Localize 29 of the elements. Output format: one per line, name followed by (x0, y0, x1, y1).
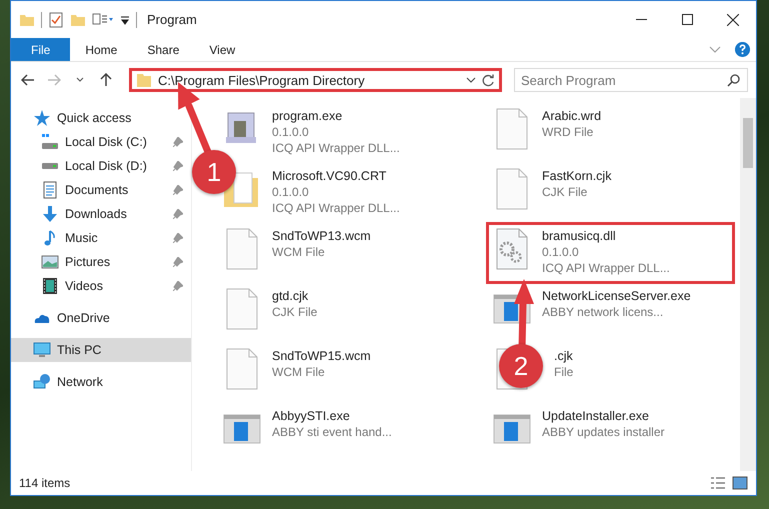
file-name: Arabic.wrd (542, 109, 602, 123)
file-detail: 0.1.0.0 (272, 185, 310, 199)
file-detail: WCM File (272, 245, 326, 259)
file-name: FastKorn.cjk (542, 169, 612, 183)
file-detail: 0.1.0.0 (542, 245, 580, 259)
file-name: AbbyySTI.exe (272, 409, 351, 423)
file-name: .cjk (554, 349, 574, 363)
file-detail: ABBY sti event hand... (272, 425, 392, 439)
file-name: bramusicq.dll (542, 229, 617, 243)
file-detail: 0.1.0.0 (272, 125, 310, 139)
file-detail: CJK File (272, 305, 318, 319)
file-name: Microsoft.VC90.CRT (272, 169, 388, 183)
file-detail: ICQ API Wrapper DLL... (272, 141, 400, 155)
file-detail: ICQ API Wrapper DLL... (272, 201, 400, 215)
file-detail: ABBY updates installer (542, 425, 665, 439)
file-name: gtd.cjk (272, 289, 310, 303)
file-detail: WCM File (272, 365, 326, 379)
item-count: 114 items (19, 476, 70, 490)
file-detail: WRD File (542, 125, 594, 139)
file-detail: File (554, 365, 574, 379)
file-detail: ABBY network licens... (542, 305, 664, 319)
file-detail: ICQ API Wrapper DLL... (542, 261, 670, 275)
file-name: SndToWP13.wcm (272, 229, 371, 243)
file-name: program.exe (272, 109, 344, 123)
file-name: SndToWP15.wcm (272, 349, 371, 363)
window-title: Program (147, 12, 197, 27)
file-name: NetworkLicenseServer.exe (542, 289, 691, 303)
file-detail: CJK File (542, 185, 588, 199)
file-name: UpdateInstaller.exe (542, 409, 650, 423)
